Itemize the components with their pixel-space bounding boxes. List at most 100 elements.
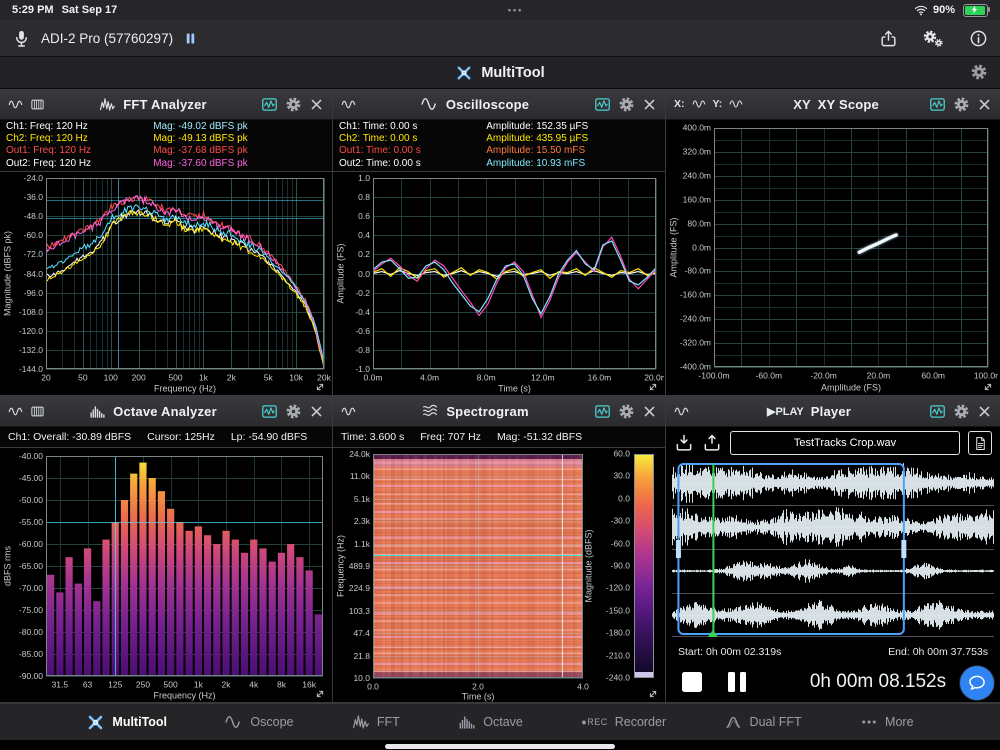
osc-ch2-amp: Amplitude: 435.95 µFS bbox=[486, 133, 659, 145]
octave-cursor: Cursor: 125Hz bbox=[147, 431, 215, 443]
tab-fft[interactable]: FFT bbox=[352, 713, 400, 731]
fft-close-icon[interactable] bbox=[309, 97, 324, 112]
page-title: MultiTool bbox=[481, 65, 544, 81]
fft-out1-freq: Out1: Freq: 120 Hz bbox=[6, 145, 153, 157]
fft-out2-freq: Out2: Freq: 120 Hz bbox=[6, 158, 153, 170]
xy-panel-header: X: Y: XY XY Scope bbox=[666, 89, 1000, 120]
osc-out2-time: Out2: Time: 0.00 s bbox=[339, 158, 486, 170]
play-status-label[interactable]: ▶PLAY bbox=[767, 405, 804, 418]
fft-panel-title: FFT Analyzer bbox=[123, 97, 207, 112]
fft-settings-gear-icon[interactable] bbox=[285, 96, 302, 113]
osc-close-icon[interactable] bbox=[642, 97, 657, 112]
tab-oscope[interactable]: Oscope bbox=[225, 713, 293, 731]
playback-time: 0h 00m 08.152s bbox=[772, 671, 984, 693]
trace-style-icon[interactable] bbox=[929, 403, 946, 420]
input-waveform-icon[interactable] bbox=[341, 97, 356, 112]
xy-settings-gear-icon[interactable] bbox=[953, 96, 970, 113]
input-waveform-icon[interactable] bbox=[674, 404, 689, 419]
battery-icon bbox=[963, 4, 988, 17]
expand-icon[interactable] bbox=[646, 380, 660, 394]
player-settings-gear-icon[interactable] bbox=[953, 403, 970, 420]
expand-icon[interactable] bbox=[646, 687, 660, 701]
osc-panel-header: Oscilloscope bbox=[333, 89, 665, 120]
oscilloscope-chart[interactable] bbox=[333, 172, 664, 396]
octave-settings-gear-icon[interactable] bbox=[285, 403, 302, 420]
fft-spectrum-icon bbox=[352, 713, 370, 731]
app-toolbar: ADI-2 Pro (57760297) bbox=[0, 20, 1000, 57]
spectrogram-settings-gear-icon[interactable] bbox=[618, 403, 635, 420]
spectrogram-chart[interactable] bbox=[333, 448, 664, 703]
expand-icon[interactable] bbox=[313, 380, 327, 394]
x-waveform-icon[interactable] bbox=[692, 97, 706, 111]
trace-style-icon[interactable] bbox=[594, 96, 611, 113]
file-info-icon[interactable] bbox=[968, 431, 992, 455]
import-file-icon[interactable] bbox=[674, 433, 694, 453]
input-waveform-icon[interactable] bbox=[8, 97, 23, 112]
expand-icon[interactable] bbox=[313, 687, 327, 701]
share-icon[interactable] bbox=[879, 29, 898, 48]
trace-style-icon[interactable] bbox=[594, 403, 611, 420]
chat-support-button[interactable] bbox=[960, 666, 994, 700]
info-icon[interactable] bbox=[969, 29, 988, 48]
tab-dual-fft[interactable]: Dual FFT bbox=[725, 713, 802, 731]
osc-ch1-time: Ch1: Time: 0.00 s bbox=[339, 121, 486, 133]
xy-close-icon[interactable] bbox=[977, 97, 992, 112]
osc-panel-title: Oscilloscope bbox=[446, 97, 529, 112]
multitask-dots[interactable]: ••• bbox=[508, 5, 523, 15]
octave-close-icon[interactable] bbox=[309, 404, 324, 419]
tab-octave[interactable]: Octave bbox=[458, 713, 523, 731]
waveform-display[interactable] bbox=[666, 459, 1000, 642]
trace-style-icon[interactable] bbox=[261, 403, 278, 420]
spectrogram-close-icon[interactable] bbox=[642, 404, 657, 419]
fft-ch2-mag: Mag: -49.13 dBFS pk bbox=[153, 133, 326, 145]
fft-chart[interactable] bbox=[0, 172, 331, 396]
x-source-label: X: bbox=[674, 98, 685, 110]
multitool-icon bbox=[455, 64, 473, 82]
export-file-icon[interactable] bbox=[702, 433, 722, 453]
channel-select-icon[interactable] bbox=[30, 97, 45, 112]
xy-icon: XY bbox=[793, 97, 810, 112]
trace-style-icon[interactable] bbox=[929, 96, 946, 113]
channel-select-icon[interactable] bbox=[30, 404, 45, 419]
selection-start: Start: 0h 00m 02.319s bbox=[678, 646, 781, 658]
tool-grid: FFT Analyzer Ch1: Freq: 120 HzMag: -49.0… bbox=[0, 89, 1000, 703]
octave-bars-icon bbox=[458, 713, 476, 731]
oscilloscope-panel: Oscilloscope Ch1: Time: 0.00 sAmplitude:… bbox=[333, 89, 666, 396]
battery-percent: 90% bbox=[933, 4, 955, 16]
tab-more[interactable]: More bbox=[860, 713, 913, 731]
tab-multitool[interactable]: MultiTool bbox=[86, 713, 167, 732]
microphone-icon[interactable] bbox=[12, 29, 31, 48]
xy-scope-chart[interactable] bbox=[666, 120, 998, 396]
y-waveform-icon[interactable] bbox=[729, 97, 743, 111]
octave-chart[interactable] bbox=[0, 448, 331, 703]
fft-ch1-freq: Ch1: Freq: 120 Hz bbox=[6, 121, 153, 133]
expand-icon[interactable] bbox=[981, 380, 995, 394]
input-waveform-icon[interactable] bbox=[8, 404, 23, 419]
tab-recorder[interactable]: ●REC Recorder bbox=[581, 715, 666, 729]
xy-panel-title: XY Scope bbox=[818, 97, 879, 112]
device-name[interactable]: ADI-2 Pro (57760297) bbox=[41, 31, 173, 46]
multitool-icon bbox=[86, 713, 105, 732]
spectrogram-readout: Time: 3.600 s Freq: 707 Hz Mag: -51.32 d… bbox=[333, 427, 665, 448]
osc-settings-gear-icon[interactable] bbox=[618, 96, 635, 113]
status-date: Sat Sep 17 bbox=[62, 4, 118, 16]
fft-ch1-mag: Mag: -49.02 dBFS pk bbox=[153, 121, 326, 133]
spectrogram-time: Time: 3.600 s bbox=[341, 431, 404, 443]
file-name-field[interactable] bbox=[730, 431, 960, 455]
trace-style-icon[interactable] bbox=[261, 96, 278, 113]
fft-analyzer-panel: FFT Analyzer Ch1: Freq: 120 HzMag: -49.0… bbox=[0, 89, 333, 396]
stop-button[interactable] bbox=[682, 672, 702, 692]
octave-overall: Ch1: Overall: -30.89 dBFS bbox=[8, 431, 131, 443]
pause-button[interactable] bbox=[728, 672, 746, 692]
pause-stream-icon[interactable] bbox=[183, 31, 198, 46]
settings-gears-icon[interactable] bbox=[922, 28, 945, 49]
page-settings-gear-icon[interactable] bbox=[970, 63, 988, 81]
osc-readouts: Ch1: Time: 0.00 sAmplitude: 152.35 µFS C… bbox=[333, 120, 665, 172]
spectrogram-mag: Mag: -51.32 dBFS bbox=[497, 431, 582, 443]
octave-panel-title: Octave Analyzer bbox=[113, 404, 217, 419]
input-waveform-icon[interactable] bbox=[341, 404, 356, 419]
player-waveform-canvas[interactable] bbox=[672, 461, 994, 637]
player-close-icon[interactable] bbox=[977, 404, 992, 419]
spectrogram-panel-title: Spectrogram bbox=[446, 404, 528, 419]
home-indicator[interactable] bbox=[385, 744, 615, 749]
